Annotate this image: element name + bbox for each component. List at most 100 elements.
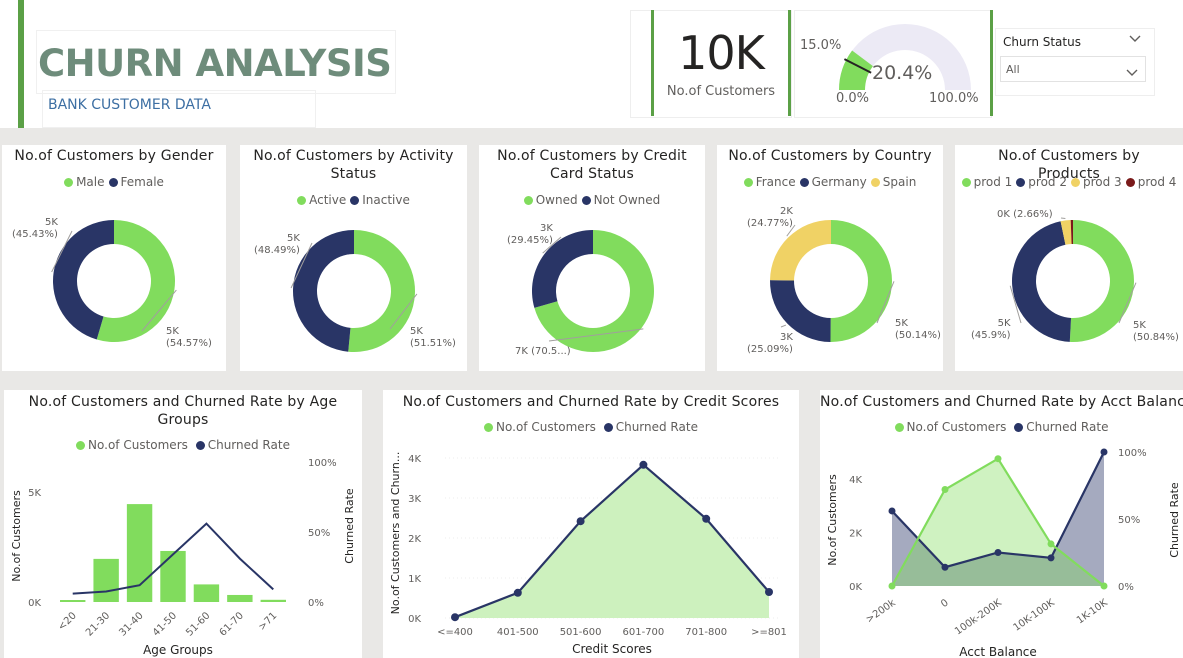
slice-france: [830, 220, 893, 342]
data-label-percent: (48.49%): [254, 245, 300, 256]
x-tick-label: 1K-10K: [1075, 597, 1110, 626]
data-label-germany: 3K (25.09%): [747, 332, 793, 356]
data-label-value: 5K: [895, 318, 908, 329]
y-tick-label: 2K: [849, 528, 862, 539]
x-tick-label: 61-70: [218, 610, 246, 638]
y2-tick-label: 0%: [308, 598, 324, 609]
page-subtitle: BANK CUSTOMER DATA: [48, 97, 211, 113]
y-tick-label: 0K: [408, 614, 421, 625]
x-tick-label: 401-500: [497, 627, 539, 638]
slice-prod-2: [1012, 221, 1072, 342]
acct-balance-chart: 4K 2K 0K 100% 50% 0% >200k 0 100k-200K 10K-100K 1K…: [826, 448, 1181, 658]
data-label-value: 5K: [287, 233, 300, 244]
data-label-prod-3: 0K (2.66%): [997, 209, 1053, 221]
customers-area: [455, 464, 769, 618]
x-tick-label: 21-30: [84, 610, 112, 638]
bar-71: [260, 599, 286, 602]
data-label-percent: (54.57%): [166, 338, 212, 349]
churn-point: [888, 507, 896, 515]
age-groups-chart: 0K 5K 100% 50% 0% <20 21-30 31-40 41-50 51-60 61-7…: [10, 458, 356, 657]
bar-20: [60, 600, 86, 602]
data-label-france: 5K (50.14%): [895, 318, 941, 342]
bar-41-50: [160, 550, 186, 602]
y-tick-label: 4K: [408, 454, 421, 465]
data-label-value: 2K: [780, 206, 793, 217]
data-label-not-owned: 3K (29.45%): [507, 223, 553, 247]
donut-chart: [532, 230, 654, 352]
x-tick-label: 701-800: [685, 627, 727, 638]
data-label-percent: (25.09%): [747, 344, 793, 355]
gauge-target-label: 15.0%: [800, 38, 842, 53]
gauge-value-label: 20.4%: [872, 62, 933, 84]
activity-donut-panel: No.of Customers by Activity Status Active…: [240, 145, 467, 371]
y2-tick-label: 50%: [1118, 515, 1140, 526]
data-label-male: 5K (54.57%): [166, 326, 212, 350]
x-axis-title: Credit Scores: [572, 642, 652, 656]
creditcard-donut-panel: No.of Customers by Credit Card Status Own…: [479, 145, 705, 371]
x-tick-label: 10K-100K: [1012, 597, 1058, 634]
point-801: [765, 588, 773, 596]
country-donut-panel: No.of Customers by Country France Germany S…: [717, 145, 943, 371]
bar-21-30: [93, 558, 119, 602]
churn-point: [1047, 554, 1055, 562]
data-label-value: 0K (2.66%): [997, 209, 1053, 220]
y-axis-title: No.of Customers and Churn...: [389, 452, 402, 615]
y2-tick-label: 50%: [308, 528, 330, 539]
x-tick-label: 31-40: [117, 610, 145, 638]
y-axis-title: No.of Customers: [826, 474, 839, 566]
credit-scores-chart: 4K 3K 2K 1K 0K <=400 401-500 501-600 601-700 701-…: [389, 452, 787, 656]
y2-tick-label: 100%: [308, 458, 337, 469]
products-donut-panel: No.of Customers by Products prod 1 prod 2p…: [955, 145, 1183, 371]
y-tick-label: 4K: [849, 475, 862, 486]
data-label-active: 5K (51.51%): [410, 326, 456, 350]
bar-51-60: [193, 584, 220, 602]
point-400: [451, 613, 459, 622]
gauge-min-label: 0.0%: [836, 91, 870, 106]
churn-point: [941, 563, 949, 571]
customers-point: [1100, 582, 1108, 590]
customers-point: [1047, 540, 1055, 548]
chevron-down-icon: [1125, 63, 1139, 82]
point-601-700: [639, 460, 648, 469]
data-label-value: 3K: [540, 223, 553, 234]
data-label-percent: (24.77%): [747, 218, 793, 229]
y2-tick-label: 100%: [1118, 448, 1147, 459]
y2-axis-title: Churned Rate: [1168, 482, 1181, 558]
kpi-right-bar: [788, 10, 791, 116]
gauge-max-label: 100.0%: [929, 91, 979, 106]
slicer-selected-value: All: [1006, 63, 1020, 76]
y-tick-label: 1K: [408, 574, 421, 585]
y-axis-title: No.of Customers: [10, 490, 23, 582]
point-501-600: [576, 517, 585, 526]
slicer-collapse-icon[interactable]: [1128, 33, 1142, 47]
point-401-500: [513, 588, 522, 597]
point-701-800: [702, 514, 711, 523]
x-tick-label: 51-60: [184, 610, 212, 638]
data-label-female: 5K (45.43%): [12, 217, 58, 241]
slicer-dropdown[interactable]: All: [1000, 56, 1146, 82]
data-label-prod-2: 5K (45.9%): [971, 318, 1011, 342]
slicer-label: Churn Status: [1003, 35, 1081, 49]
data-label-value: 7K (70.5...): [515, 346, 571, 357]
x-tick-label: 0: [939, 597, 951, 610]
data-label-percent: (45.9%): [971, 330, 1011, 341]
data-label-percent: (50.14%): [895, 330, 941, 341]
churn-point: [1100, 448, 1108, 456]
x-axis-title: Age Groups: [143, 643, 213, 657]
data-label-percent: (29.45%): [507, 235, 553, 246]
data-label-value: 5K: [997, 318, 1011, 329]
slice-prod-1: [1069, 220, 1135, 342]
x-tick-label: 41-50: [151, 610, 179, 638]
data-label-prod-1: 5K (50.84%): [1133, 320, 1179, 344]
age-groups-panel: No.of Customers and Churned Rate by Age …: [4, 390, 362, 658]
x-tick-label: >71: [257, 610, 280, 633]
bar-61-70: [227, 594, 253, 602]
customers-point: [888, 582, 896, 590]
y2-axis-title: Churned Rate: [343, 488, 356, 564]
x-tick-label: 100k-200K: [953, 597, 1004, 637]
x-tick-label: >=801: [751, 627, 787, 638]
data-label-value: 3K: [780, 332, 793, 343]
data-label-value: 5K: [410, 326, 423, 337]
x-tick-label: >200k: [864, 597, 898, 625]
churn-point: [994, 549, 1002, 556]
